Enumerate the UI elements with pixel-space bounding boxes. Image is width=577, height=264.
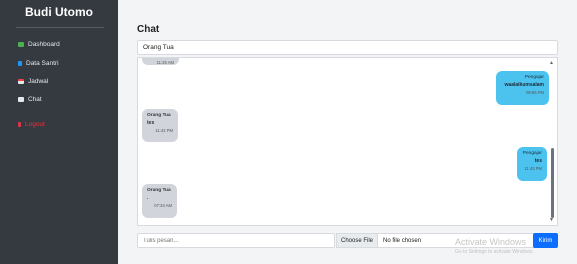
sidebar-item-label: Data Santri [26,59,59,67]
message-bubble-outgoing: Pengajar waalaikumsalam 09:56 PM [496,71,549,105]
message-bubble-incoming: 11:26 AM [142,58,179,65]
sidebar-item-dashboard[interactable]: Dashboard [18,38,60,50]
message-time: 11:26 AM [156,60,174,65]
activation-watermark-title: Activate Windows [455,237,527,247]
chat-messages[interactable]: 11:26 AM Pengajar waalaikumsalam 09:56 P… [137,57,558,226]
brand-title: Budi Utomo [25,5,93,19]
chat-icon [18,96,24,102]
calendar-icon [18,78,24,84]
message-input[interactable] [137,233,335,248]
brand-divider [16,27,104,28]
message-sender: Orang Tua [147,113,171,118]
sidebar-item-label: Jadwal [28,77,49,85]
sidebar-item-chat[interactable]: Chat [18,93,42,105]
sidebar-item-logout[interactable]: Logout [18,118,45,130]
scrollbar-thumb[interactable] [551,148,554,218]
message-sender: Orang Tua [147,188,171,193]
activation-watermark-subtitle: Go to Settings to activate Windows. [455,249,534,255]
message-text: . [147,194,149,201]
message-time: 11:43 PM [524,166,542,171]
message-time: 11:42 PM [155,128,173,133]
scroll-up-icon[interactable]: ▲ [549,60,554,66]
message-bubble-incoming: Orang Tua . 07:34 AM [142,184,177,218]
data-icon [18,60,22,66]
message-time: 07:34 AM [154,203,172,208]
message-bubble-outgoing: Pengajar tes 11:43 PM [517,147,547,181]
message-text: tes [147,119,155,126]
sidebar-item-label: Dashboard [28,40,60,48]
logout-icon [18,121,21,127]
sidebar-item-jadwal[interactable]: Jadwal [18,75,48,87]
contact-select[interactable]: Orang Tua [137,40,558,55]
page-title: Chat [137,24,160,35]
scroll-down-icon[interactable]: ▼ [549,217,554,223]
file-status: No file chosen [383,237,422,244]
choose-file-button[interactable]: Choose File [337,234,379,247]
message-time: 09:56 PM [526,90,544,95]
message-sender: Pengajar [522,151,542,156]
message-sender: Pengajar [524,75,544,80]
dashboard-icon [18,41,24,47]
message-bubble-incoming: Orang Tua tes 11:42 PM [142,109,178,142]
message-text: waalaikumsalam [504,81,544,88]
sidebar-item-label: Chat [28,95,42,103]
message-text: tes [534,157,542,164]
sidebar-item-label: Logout [25,120,45,128]
sidebar-item-data-santri[interactable]: Data Santri [18,57,59,69]
sidebar: Budi Utomo Dashboard Data Santri Jadwal … [0,0,118,264]
send-button[interactable]: Kirim [533,233,558,248]
